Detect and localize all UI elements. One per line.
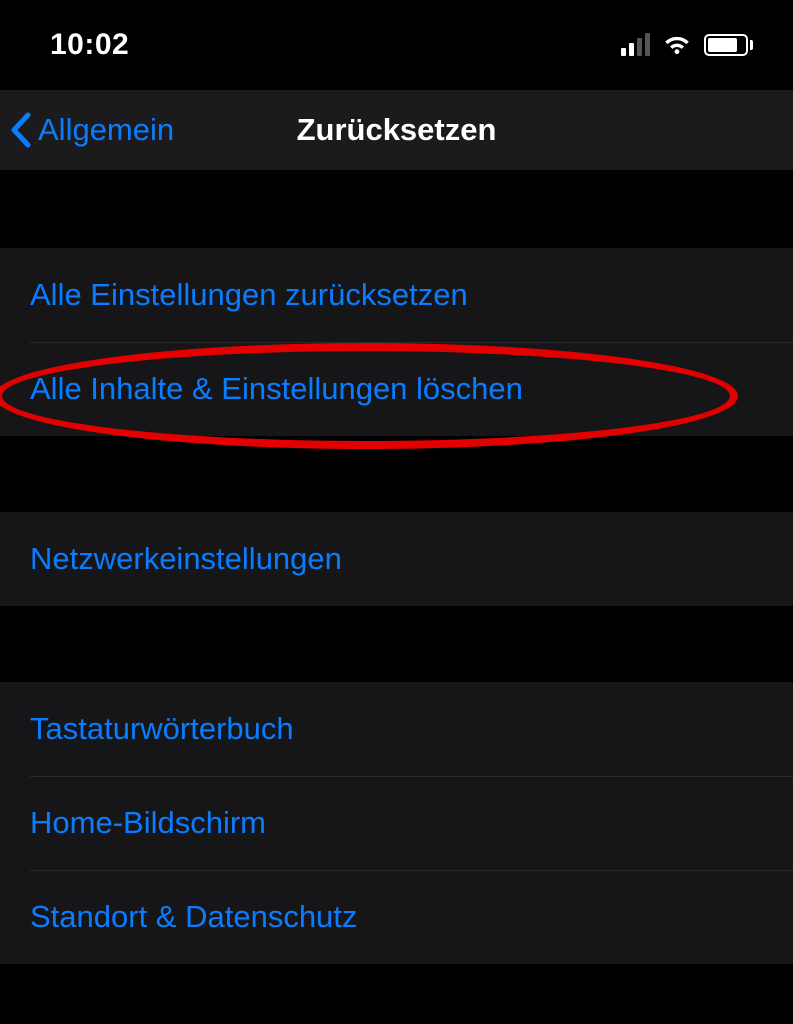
status-icons (621, 34, 753, 56)
reset-network-settings-row[interactable]: Netzwerkeinstellungen (0, 512, 793, 606)
chevron-left-icon (8, 111, 32, 149)
reset-group-2: Netzwerkeinstellungen (0, 512, 793, 606)
navigation-bar: Allgemein Zurücksetzen (0, 90, 793, 170)
row-label: Tastaturwörterbuch (30, 711, 294, 747)
status-bar: 10:02 (0, 0, 793, 90)
row-label: Standort & Datenschutz (30, 899, 357, 935)
status-time: 10:02 (50, 28, 129, 62)
cellular-signal-icon (621, 34, 650, 56)
row-label: Alle Inhalte & Einstellungen löschen (30, 371, 523, 407)
row-label: Netzwerkeinstellungen (30, 541, 342, 577)
back-button[interactable]: Allgemein (8, 111, 174, 149)
reset-all-settings-row[interactable]: Alle Einstellungen zurücksetzen (0, 248, 793, 342)
row-label: Alle Einstellungen zurücksetzen (30, 277, 468, 313)
wifi-icon (662, 34, 692, 56)
reset-group-3: Tastaturwörterbuch Home-Bildschirm Stand… (0, 682, 793, 964)
reset-group-1: Alle Einstellungen zurücksetzen Alle Inh… (0, 248, 793, 436)
page-title: Zurücksetzen (297, 112, 497, 148)
reset-keyboard-dictionary-row[interactable]: Tastaturwörterbuch (0, 682, 793, 776)
battery-icon (704, 34, 753, 56)
content-area: Alle Einstellungen zurücksetzen Alle Inh… (0, 170, 793, 964)
reset-location-privacy-row[interactable]: Standort & Datenschutz (0, 870, 793, 964)
back-label: Allgemein (38, 112, 174, 148)
erase-all-content-row[interactable]: Alle Inhalte & Einstellungen löschen (0, 342, 793, 436)
row-label: Home-Bildschirm (30, 805, 266, 841)
reset-home-screen-row[interactable]: Home-Bildschirm (0, 776, 793, 870)
